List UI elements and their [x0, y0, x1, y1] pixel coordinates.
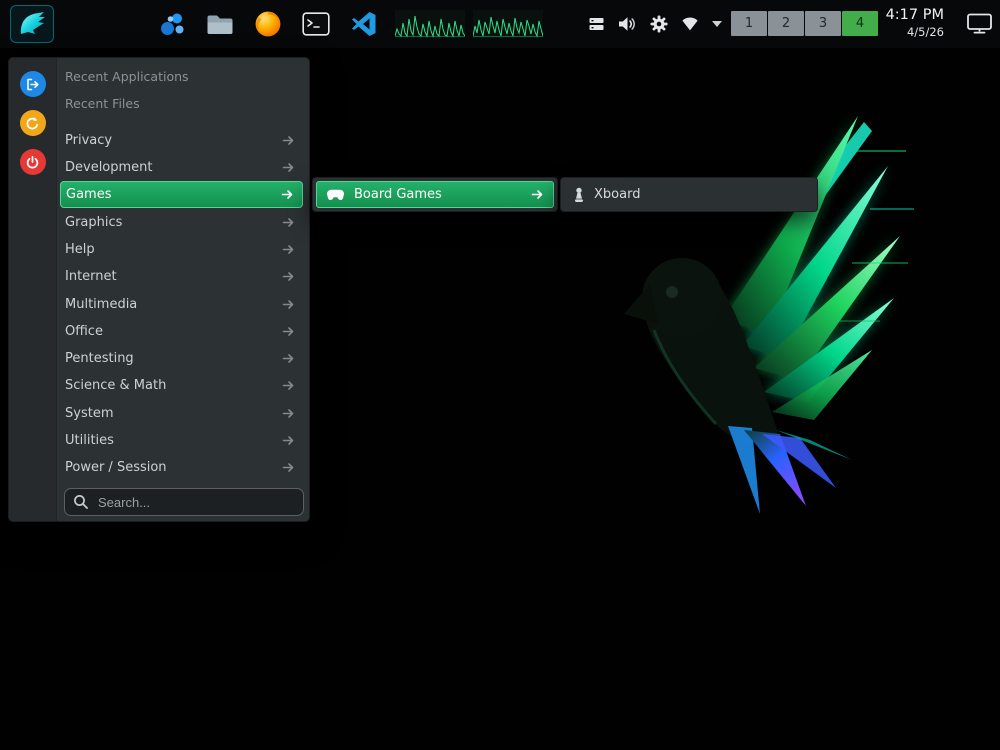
menu-search — [64, 488, 304, 516]
xboard-submenu-panel: Xboard — [560, 177, 818, 212]
menu-category-utilities[interactable]: Utilities — [60, 427, 303, 454]
parrot-logo-icon — [15, 7, 49, 41]
category-label: Help — [65, 242, 95, 257]
menu-item-recent-applications[interactable]: Recent Applications — [60, 63, 303, 90]
logout-button[interactable] — [20, 71, 46, 97]
system-tray — [588, 0, 722, 48]
menu-category-help[interactable]: Help — [60, 236, 303, 263]
menu-category-system[interactable]: System — [60, 400, 303, 427]
category-label: Internet — [65, 269, 117, 284]
arrow-right-icon — [281, 189, 294, 200]
volume-icon[interactable] — [618, 16, 637, 32]
arrow-right-icon — [282, 326, 295, 337]
clock-time: 4:17 PM — [886, 6, 944, 25]
wifi-icon[interactable] — [681, 17, 699, 31]
search-icon — [73, 494, 89, 510]
board-games-label: Board Games — [354, 187, 442, 202]
folder-icon — [206, 13, 234, 36]
arrow-right-icon — [282, 299, 295, 310]
workspace-button-3[interactable]: 3 — [805, 11, 841, 36]
menu-category-science-math[interactable]: Science & Math — [60, 372, 303, 399]
clock[interactable]: 4:17 PM 4/5/26 — [886, 6, 944, 39]
board-games-submenu-panel: Board Games — [312, 177, 558, 212]
taskbar: 1 2 3 4 4:17 PM 4/5/26 — [0, 0, 1000, 48]
settings-gear-icon[interactable] — [650, 15, 668, 33]
monitor-icon — [967, 13, 992, 34]
menu-category-development[interactable]: Development — [60, 154, 303, 181]
app-launcher-firefox[interactable] — [254, 10, 282, 38]
network-graph[interactable] — [473, 10, 543, 38]
category-label: Multimedia — [65, 297, 137, 312]
arrow-right-icon — [282, 217, 295, 228]
menu-category-privacy[interactable]: Privacy — [60, 127, 303, 154]
arrow-right-icon — [282, 380, 295, 391]
menu-main: Recent Applications Recent Files Privacy… — [57, 58, 309, 521]
bubbles-icon — [158, 10, 186, 38]
menu-category-multimedia[interactable]: Multimedia — [60, 290, 303, 317]
category-label: Graphics — [65, 215, 122, 230]
app-launcher-bubbles[interactable] — [158, 10, 186, 38]
category-label: Utilities — [65, 433, 114, 448]
category-label: System — [65, 406, 113, 421]
workspace-button-1[interactable]: 1 — [731, 11, 767, 36]
arrow-right-icon — [282, 271, 295, 282]
restart-icon — [25, 116, 40, 131]
shutdown-button[interactable] — [20, 149, 46, 175]
workspace-switcher: 1 2 3 4 — [731, 11, 878, 36]
chess-pawn-icon — [573, 187, 585, 203]
chevron-down-icon[interactable] — [712, 21, 722, 27]
terminal-icon — [302, 12, 330, 36]
menu-category-power-session[interactable]: Power / Session — [60, 454, 303, 481]
arrow-right-icon — [282, 353, 295, 364]
show-desktop-button[interactable] — [967, 13, 992, 34]
arrow-right-icon — [282, 408, 295, 419]
arrow-right-icon — [282, 435, 295, 446]
arrow-right-icon — [282, 462, 295, 473]
system-monitor-graphs — [395, 10, 543, 38]
menu-item-xboard[interactable]: Xboard — [564, 181, 814, 208]
cpu-graph[interactable] — [395, 10, 465, 38]
memory-icon[interactable] — [588, 16, 605, 32]
category-label: Pentesting — [65, 351, 134, 366]
category-list: Privacy Development Games Graphics Help … — [57, 127, 309, 482]
vscode-icon — [351, 11, 377, 37]
workspace-button-2[interactable]: 2 — [768, 11, 804, 36]
category-label: Power / Session — [65, 460, 167, 475]
parrot-menu-button[interactable] — [10, 5, 54, 43]
recent-files-label: Recent Files — [65, 96, 140, 111]
menu-category-graphics[interactable]: Graphics — [60, 208, 303, 235]
arrow-right-icon — [282, 135, 295, 146]
menu-category-internet[interactable]: Internet — [60, 263, 303, 290]
category-label: Privacy — [65, 133, 112, 148]
application-menu: Recent Applications Recent Files Privacy… — [8, 57, 310, 522]
menu-category-office[interactable]: Office — [60, 318, 303, 345]
category-label: Development — [65, 160, 153, 175]
app-launcher-file-manager[interactable] — [206, 10, 234, 38]
gamepad-icon — [326, 189, 345, 201]
menu-item-recent-files[interactable]: Recent Files — [60, 90, 303, 117]
menu-category-pentesting[interactable]: Pentesting — [60, 345, 303, 372]
menu-item-board-games[interactable]: Board Games — [316, 181, 554, 208]
arrow-right-icon — [282, 162, 295, 173]
app-launchers — [158, 0, 378, 48]
recent-applications-label: Recent Applications — [65, 69, 189, 84]
category-label: Games — [66, 187, 111, 202]
search-input[interactable] — [96, 494, 295, 511]
restart-button[interactable] — [20, 110, 46, 136]
app-launcher-terminal[interactable] — [302, 10, 330, 38]
clock-date: 4/5/26 — [907, 25, 944, 39]
firefox-icon — [254, 10, 282, 38]
category-label: Science & Math — [65, 378, 166, 393]
category-label: Office — [65, 324, 103, 339]
chevron-right-icon — [531, 189, 544, 200]
menu-category-games[interactable]: Games — [60, 181, 303, 208]
desktop: 1 2 3 4 4:17 PM 4/5/26 — [0, 0, 1000, 750]
xboard-label: Xboard — [594, 187, 640, 202]
logout-icon — [25, 77, 40, 92]
session-sidebar — [9, 58, 57, 521]
arrow-right-icon — [282, 244, 295, 255]
power-icon — [25, 155, 40, 170]
app-launcher-vscode[interactable] — [350, 10, 378, 38]
workspace-button-4[interactable]: 4 — [842, 11, 878, 36]
